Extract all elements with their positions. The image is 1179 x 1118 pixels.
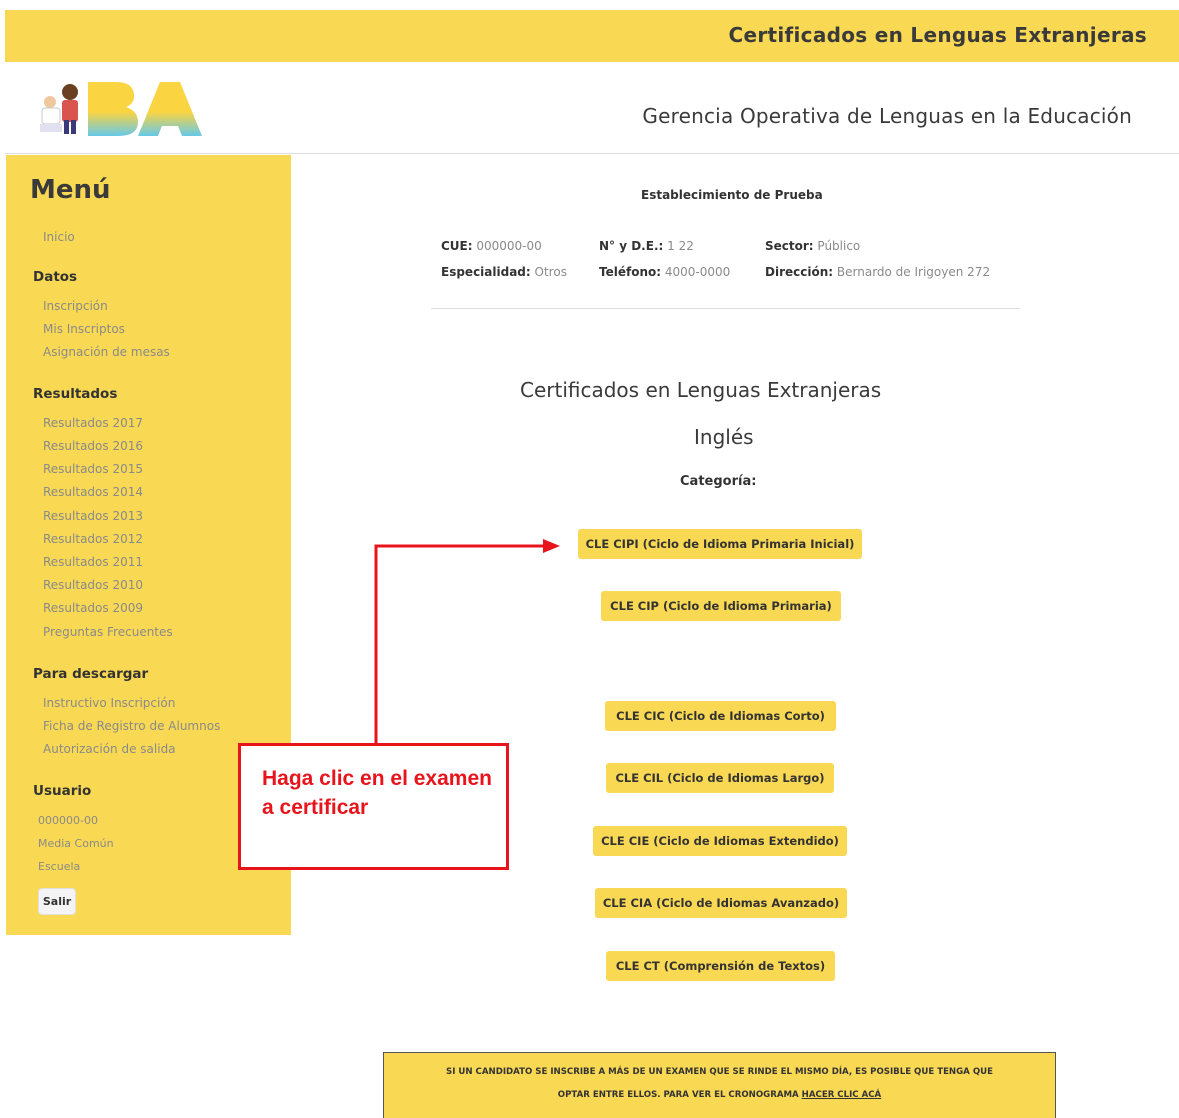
sidebar-item-inicio[interactable]: Inicio [43,230,75,244]
top-banner: Certificados en Lenguas Extranjeras [5,10,1179,62]
sidebar-item-autorizacion-salida[interactable]: Autorización de salida [43,742,176,756]
language-title: Inglés [694,425,754,449]
sector-label: Sector: [765,239,814,253]
sidebar-item-resultados-2011[interactable]: Resultados 2011 [43,555,143,569]
telefono-info: Teléfono: 4000-0000 [599,265,730,279]
sidebar-item-mis-inscriptos[interactable]: Mis Inscriptos [43,322,125,336]
exam-button-cip[interactable]: CLE CIP (Ciclo de Idioma Primaria) [601,591,841,621]
nde-value: 1 22 [667,239,694,253]
cue-label: CUE: [441,239,473,253]
sidebar-item-resultados-2016[interactable]: Resultados 2016 [43,439,143,453]
callout-text: Haga clic en el examen a certificar [262,767,492,819]
exam-button-cipi[interactable]: CLE CIPI (Ciclo de Idioma Primaria Inici… [578,529,862,559]
nde-label: N° y D.E.: [599,239,664,253]
sidebar-item-preguntas-frecuentes[interactable]: Preguntas Frecuentes [43,625,173,639]
sector-info: Sector: Público [765,239,860,253]
sidebar-heading-descargar: Para descargar [33,666,149,682]
sidebar-item-resultados-2012[interactable]: Resultados 2012 [43,532,143,546]
sidebar-item-resultados-2013[interactable]: Resultados 2013 [43,509,143,523]
sidebar-heading-datos: Datos [33,269,78,285]
especialidad-value: Otros [534,265,567,279]
direccion-info: Dirección: Bernardo de Irigoyen 272 [765,265,990,279]
sidebar-heading-usuario: Usuario [33,783,92,799]
sidebar-item-inscripcion[interactable]: Inscripción [43,299,108,313]
telefono-label: Teléfono: [599,265,662,279]
sidebar-item-resultados-2010[interactable]: Resultados 2010 [43,578,143,592]
user-id: 000000-00 [38,814,98,827]
user-level: Media Común [38,837,114,850]
sidebar-item-resultados-2014[interactable]: Resultados 2014 [43,485,143,499]
header: Gerencia Operativa de Lenguas en la Educ… [5,62,1179,154]
especialidad-label: Especialidad: [441,265,531,279]
site-title: Certificados en Lenguas Extranjeras [728,23,1147,47]
notice-line-2-text: OPTAR ENTRE ELLOS. PARA VER EL CRONOGRAM… [557,1090,799,1100]
exam-button-ct[interactable]: CLE CT (Comprensión de Textos) [606,951,835,981]
nde-info: N° y D.E.: 1 22 [599,239,694,253]
sector-value: Público [817,239,861,253]
divider [431,308,1020,309]
sidebar-item-resultados-2015[interactable]: Resultados 2015 [43,462,143,476]
cronograma-link[interactable]: HACER CLIC ACÁ [802,1090,882,1100]
exam-button-cie[interactable]: CLE CIE (Ciclo de Idiomas Extendido) [593,826,847,856]
notice-line-1: SI UN CANDIDATO SE INSCRIBE A MÁS DE UN … [446,1067,993,1077]
direccion-label: Dirección: [765,265,834,279]
direccion-value: Bernardo de Irigoyen 272 [836,265,991,279]
sidebar-item-asignacion-mesas[interactable]: Asignación de mesas [43,345,170,359]
sidebar-item-instructivo[interactable]: Instructivo Inscripción [43,696,175,710]
sidebar-item-ficha-registro[interactable]: Ficha de Registro de Alumnos [43,719,220,733]
salir-button[interactable]: Salir [38,888,76,915]
exam-button-cia[interactable]: CLE CIA (Ciclo de Idiomas Avanzado) [595,888,847,918]
especialidad-info: Especialidad: Otros [441,265,567,279]
sidebar-item-resultados-2009[interactable]: Resultados 2009 [43,601,143,615]
ba-logo [40,82,202,136]
telefono-value: 4000-0000 [664,265,731,279]
instruction-callout: Haga clic en el examen a certificar [238,743,509,870]
exam-button-cil[interactable]: CLE CIL (Ciclo de Idiomas Largo) [606,763,834,793]
schedule-notice: SI UN CANDIDATO SE INSCRIBE A MÁS DE UN … [383,1052,1056,1118]
school-name: Establecimiento de Prueba [641,188,823,202]
cue-info: CUE: 000000-00 [441,239,542,253]
page-title: Certificados en Lenguas Extranjeras [520,378,882,402]
user-type: Escuela [38,860,81,873]
header-subtitle: Gerencia Operativa de Lenguas en la Educ… [642,104,1132,128]
notice-line-2: OPTAR ENTRE ELLOS. PARA VER EL CRONOGRAM… [384,1084,1055,1107]
sidebar-item-resultados-2017[interactable]: Resultados 2017 [43,416,143,430]
sidebar-heading-resultados: Resultados [33,386,118,402]
exam-button-cic[interactable]: CLE CIC (Ciclo de Idiomas Corto) [605,701,836,731]
menu-title: Menú [30,175,111,205]
category-label: Categoría: [680,474,757,489]
cue-value: 000000-00 [476,239,542,253]
